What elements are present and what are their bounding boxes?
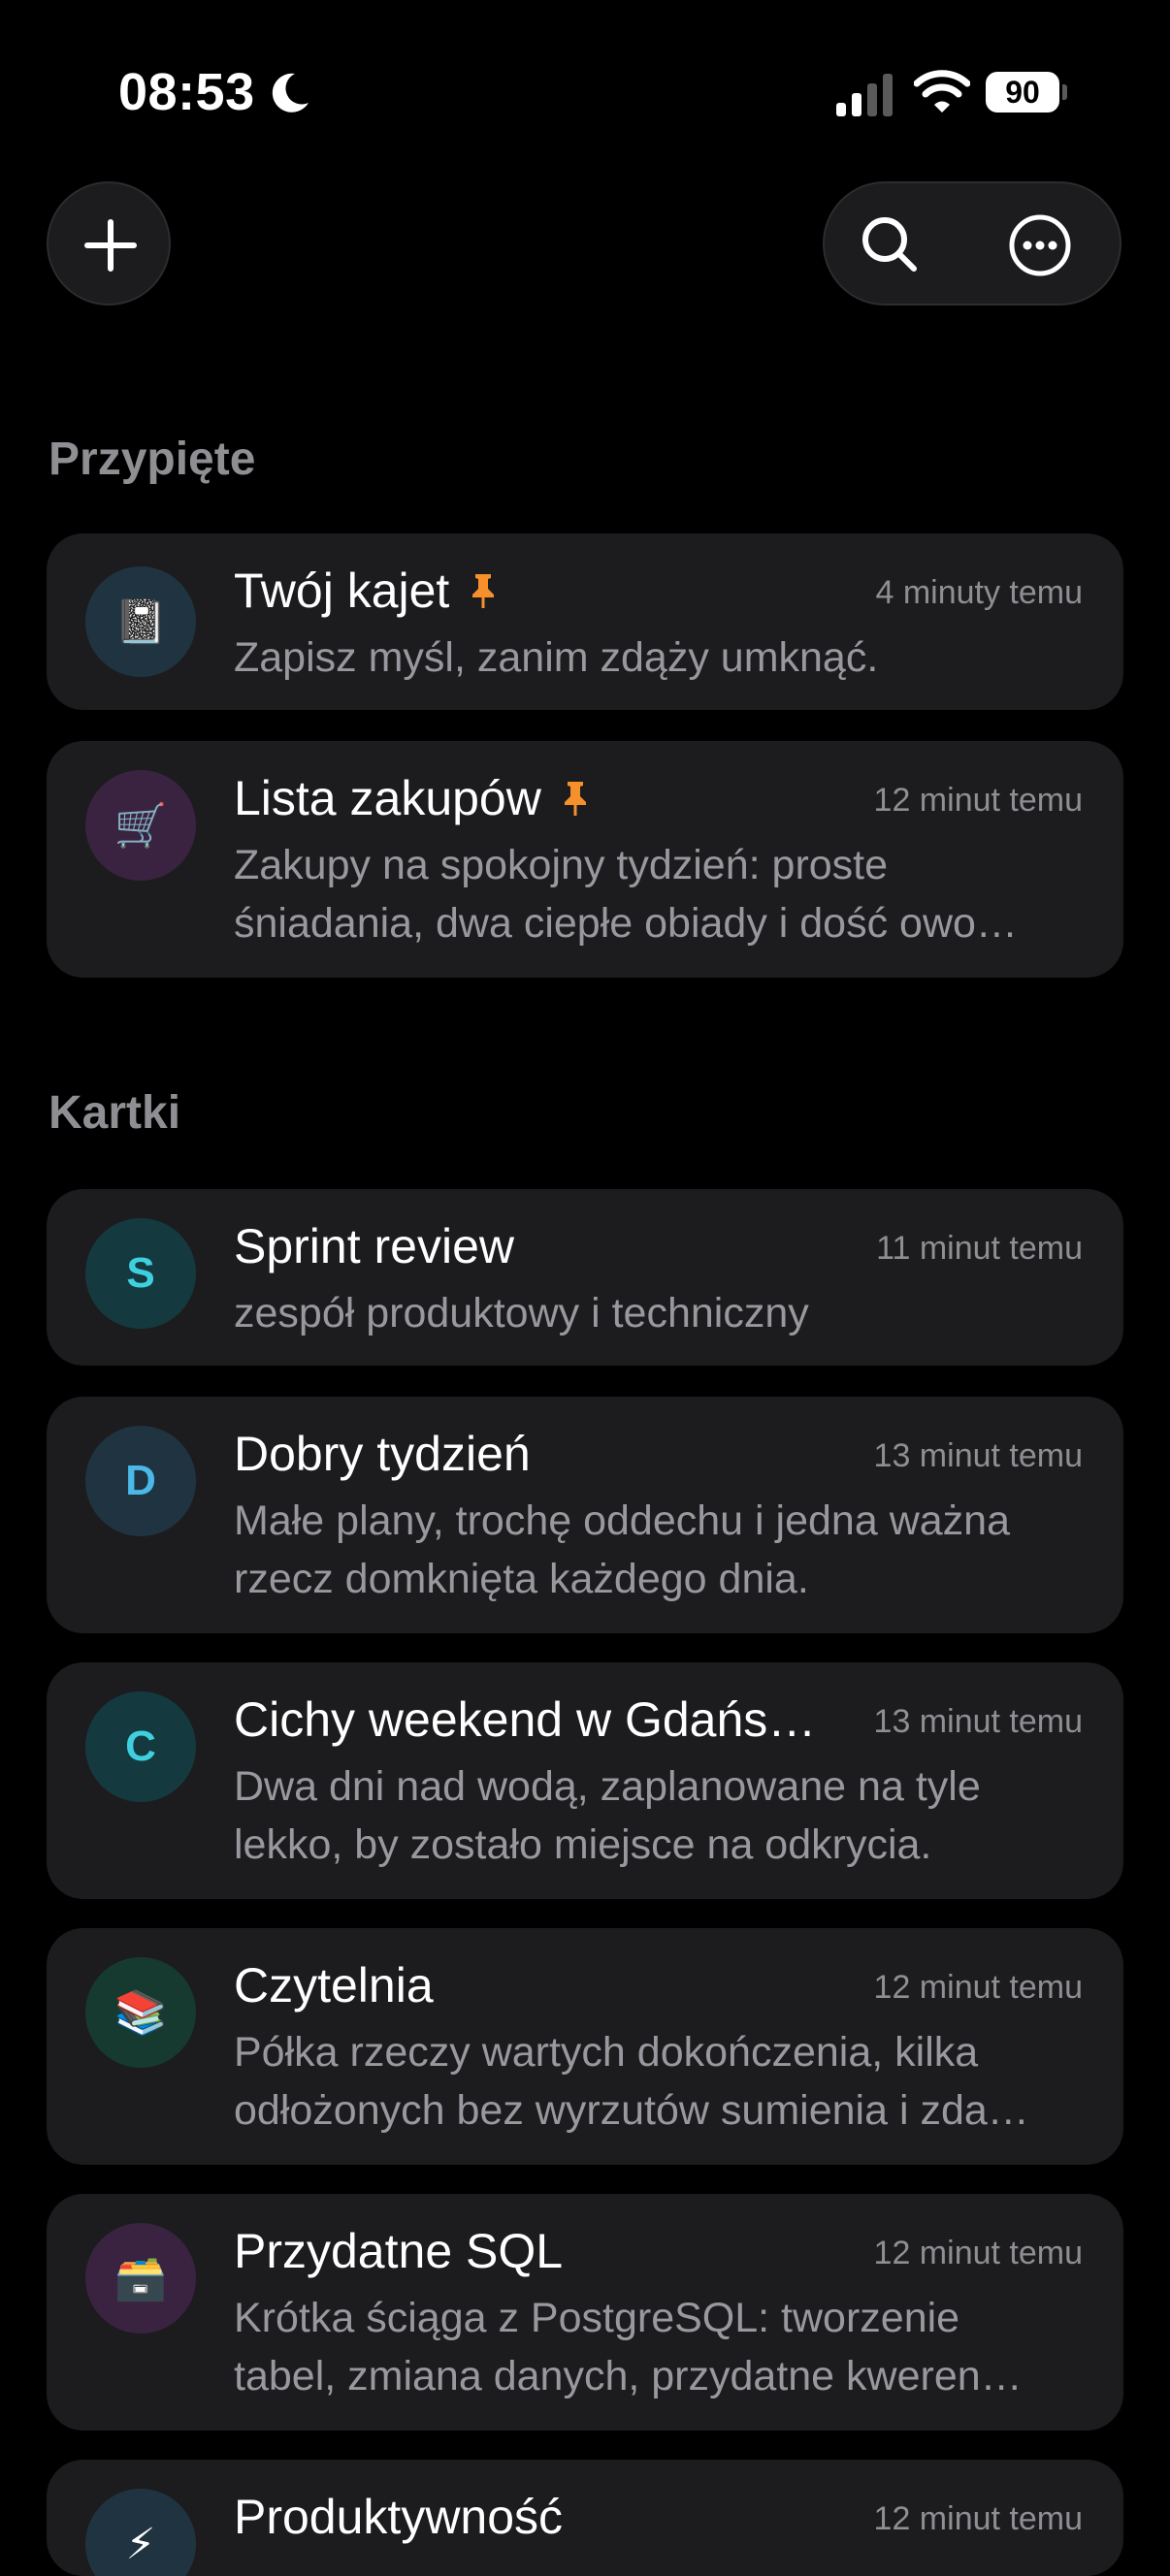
battery-level: 90 [1005,75,1040,110]
section-title-pinned: Przypięte [49,434,256,485]
note-title: Produktywność [234,2490,564,2544]
note-title: Twój kajet [234,563,500,619]
status-bar: 08:53 90 [0,0,1170,194]
pinned-note-card[interactable]: 🛒 Lista zakupów 12 minut temu Zakupy na … [47,741,1123,978]
status-time: 08:53 [118,63,255,121]
note-preview: Zapisz myśl, zanim zdąży umknąć. [234,634,879,681]
note-card[interactable]: D Dobry tydzień 13 minut temu Małe plany… [47,1397,1123,1633]
note-card[interactable]: S Sprint review 11 minut temu zespół pro… [47,1189,1123,1366]
search-icon[interactable] [852,207,929,284]
section-title-cards: Kartki [49,1087,181,1139]
note-timestamp: 12 minut temu [873,782,1083,819]
note-card[interactable]: 🗃️ Przydatne SQL 12 minut temu Krótka śc… [47,2194,1123,2431]
top-actions-group [823,181,1121,306]
note-timestamp: 13 minut temu [873,1437,1083,1474]
pinned-note-card[interactable]: 📓 Twój kajet 4 minuty temu Zapisz myśl, … [47,533,1123,710]
note-timestamp: 12 minut temu [873,2500,1083,2537]
note-card[interactable]: C Cichy weekend w Gdańs… 13 minut temu D… [47,1662,1123,1899]
note-title: Sprint review [234,1219,514,1273]
plus-icon [84,219,137,272]
add-note-button[interactable] [47,181,171,306]
note-timestamp: 4 minuty temu [875,574,1083,611]
note-avatar: ⚡ [85,2489,196,2576]
note-avatar: C [85,1691,196,1802]
wifi-icon [914,70,970,113]
note-avatar: 🗃️ [85,2223,196,2334]
note-card[interactable]: ⚡ Produktywność 12 minut temu [47,2460,1123,2576]
note-title: Cichy weekend w Gdańs… [234,1692,817,1747]
note-avatar: 📚 [85,1957,196,2068]
note-timestamp: 11 minut temu [876,1230,1083,1267]
note-avatar: 📓 [85,566,196,677]
note-title: Przydatne SQL [234,2224,564,2278]
note-avatar: 🛒 [85,770,196,881]
note-preview: Zakupy na spokojny tydzień: proste śniad… [234,842,1018,947]
battery-indicator: 90 [986,72,1067,114]
note-preview: Krótka ściąga z PostgreSQL: tworzenie ta… [234,2295,1023,2399]
note-timestamp: 12 minut temu [873,1969,1083,2006]
note-preview: Małe plany, trochę oddechu i jedna ważna… [234,1497,1010,1602]
note-preview: Dwa dni nad wodą, zaplanowane na tyle le… [234,1763,981,1868]
note-title: Lista zakupów [234,770,592,826]
note-title: Czytelnia [234,1958,434,2012]
pin-icon [564,782,586,816]
note-avatar: S [85,1218,196,1329]
cellular-signal-icon [836,74,893,116]
moon-icon [272,73,309,113]
ellipsis-circle-icon[interactable] [1001,207,1079,284]
note-timestamp: 13 minut temu [873,1703,1083,1740]
note-preview: Półka rzeczy wartych dokończenia, kilka … [234,2029,1029,2134]
pin-icon [472,574,495,608]
note-avatar: D [85,1426,196,1536]
note-card[interactable]: 📚 Czytelnia 12 minut temu Półka rzeczy w… [47,1928,1123,2165]
note-preview: zespół produktowy i techniczny [234,1290,809,1336]
note-timestamp: 12 minut temu [873,2235,1083,2271]
note-title: Dobry tydzień [234,1427,531,1481]
